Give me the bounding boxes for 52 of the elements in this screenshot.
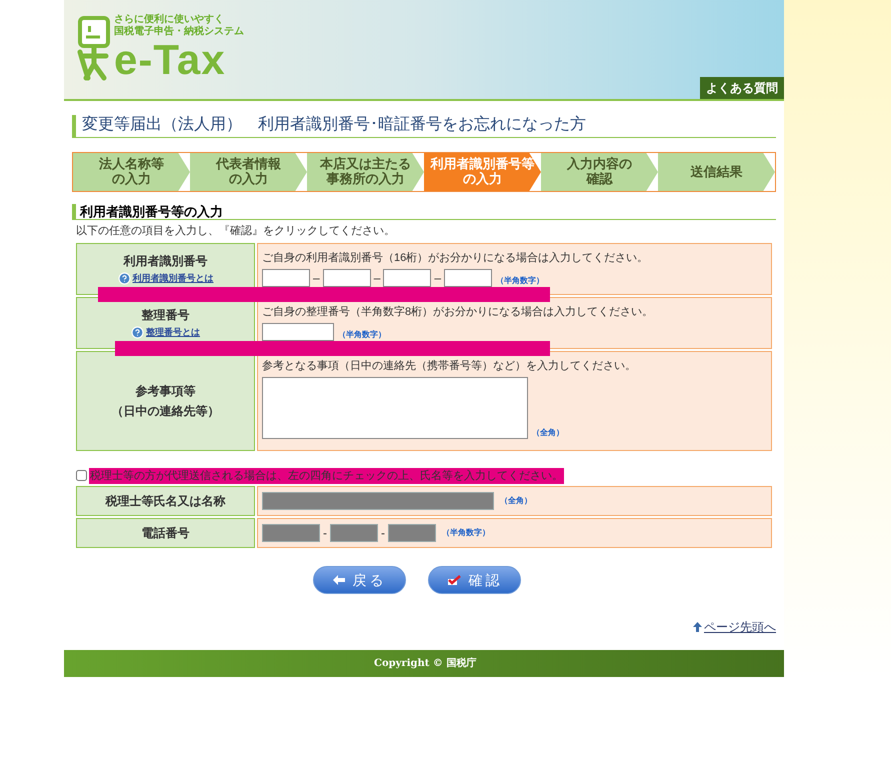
field-label: 利用者識別番号 [124, 252, 208, 270]
progress-step: 本店又は主たる 事務所の入力 [307, 153, 424, 191]
left-arrow-icon [332, 575, 344, 585]
progress-step: 入力内容の 確認 [541, 153, 658, 191]
back-button[interactable]: 戻る [313, 566, 406, 594]
input-field[interactable] [262, 268, 310, 286]
text-area[interactable] [262, 376, 528, 438]
faq-link[interactable]: よくある質問 [700, 77, 784, 99]
page-top-link[interactable]: ページ先頭へ [704, 618, 776, 636]
field-label: 電話番号 [142, 525, 190, 542]
help-icon [131, 326, 144, 339]
page-title: 変更等届出（法人用） 利用者識別番号･暗証番号をお忘れになった方 [72, 115, 776, 138]
field-note: 参考となる事項（日中の連絡先（携帯番号等）など）を入力してください。 [262, 360, 637, 372]
help-link[interactable]: 整理番号とは [146, 326, 200, 340]
help-link[interactable]: 利用者識別番号とは [132, 272, 214, 286]
input-field[interactable] [262, 322, 334, 340]
field-label: 整理番号 [142, 306, 190, 324]
confirm-button[interactable]: 確認 [428, 566, 521, 594]
separator-dash: – [374, 270, 380, 286]
format-hint: （半角数字） [496, 274, 544, 286]
input-field[interactable] [322, 268, 371, 286]
separator-dash: - [323, 525, 327, 542]
agent-instruction-text: 税理士等の方が代理送信される場合は、左の四角にチェックの上、氏名等を入力してください。 [89, 468, 564, 484]
separator-dash: – [313, 270, 320, 286]
mascot-logo-icon [76, 16, 112, 82]
instruction-text: 以下の任意の項目を入力し、『確認』をクリックしてください。 [75, 224, 396, 239]
progress-step: 代表者情報 の入力 [190, 153, 307, 191]
format-hint: （全角） [500, 495, 532, 507]
copyright-text: Copyright © 国税庁 [374, 656, 476, 671]
tagline-text: 国税電子申告・納税システム [114, 26, 244, 38]
progress-step: 法人名称等 の入力 [73, 153, 190, 191]
progress-step: 利用者識別番号等 の入力 [424, 153, 541, 191]
field-label: （日中の連絡先等） [112, 402, 220, 420]
format-hint: （全角） [532, 426, 564, 438]
help-icon [118, 272, 130, 285]
section-title: 利用者識別番号等の入力 [72, 204, 776, 220]
logo-text: e-Tax [114, 38, 227, 82]
field-note: ご自身の利用者識別番号（16桁）がお分かりになる場合は入力してください。 [262, 252, 650, 264]
agent-checkbox[interactable] [76, 470, 87, 482]
input-field[interactable] [444, 268, 492, 286]
format-hint: （半角数字） [442, 527, 490, 539]
progress-step: 送信結果 [658, 153, 775, 191]
separator-dash: – [434, 270, 442, 286]
up-arrow-icon [693, 622, 702, 632]
field-label: 税理士等氏名又は名称 [106, 493, 226, 510]
separator-dash: - [381, 525, 385, 542]
input-field[interactable] [383, 268, 432, 286]
field-note: ご自身の整理番号（半角数字8桁）がお分かりになる場合は入力してください。 [262, 306, 654, 318]
format-hint: （半角数字） [338, 328, 386, 340]
checkmark-icon [446, 574, 460, 586]
tagline-text: さらに便利に使いやすく [114, 14, 225, 26]
field-label: 参考事項等 [136, 382, 196, 400]
